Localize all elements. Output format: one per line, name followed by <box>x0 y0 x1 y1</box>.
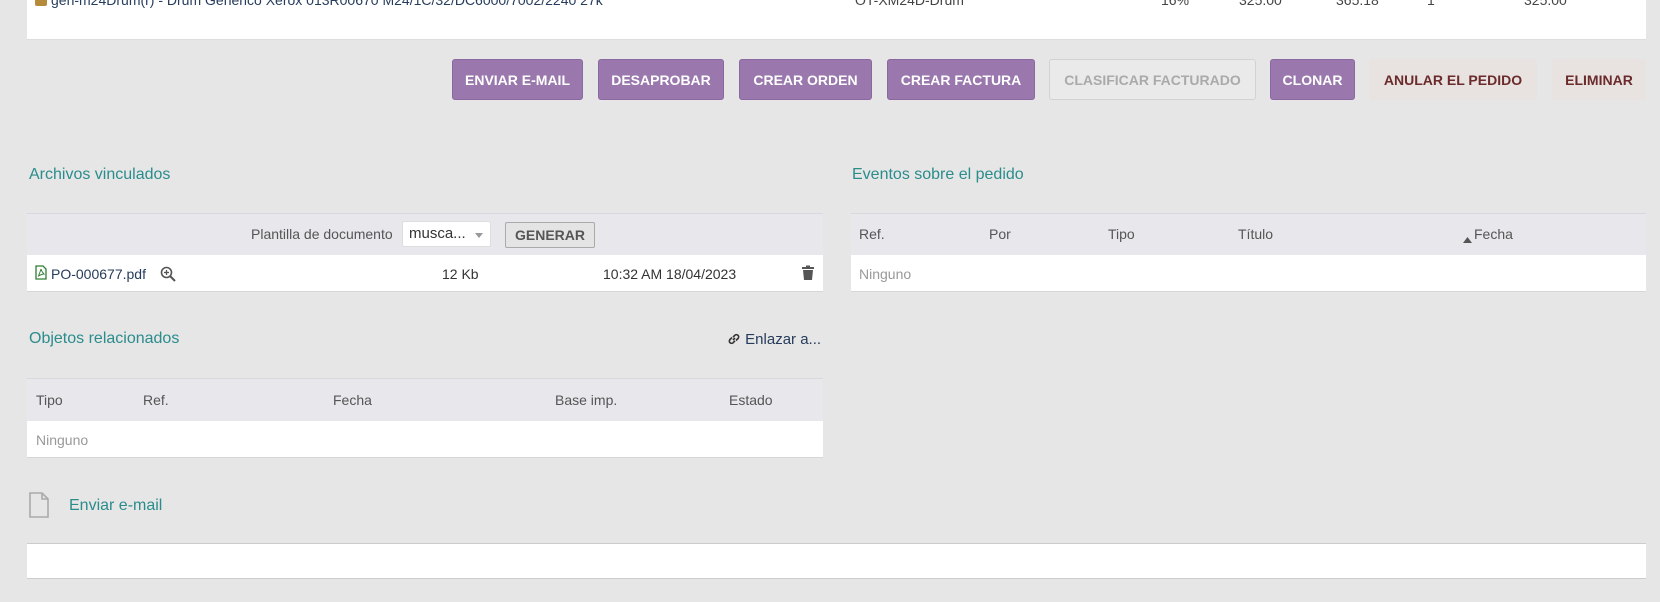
product-package-icon <box>35 0 47 6</box>
document-icon <box>29 492 49 521</box>
chevron-down-icon <box>475 233 483 238</box>
events-title: Eventos sobre el pedido <box>852 166 1024 183</box>
product-unit-price: 325.00 <box>1239 0 1282 8</box>
generate-button[interactable]: GENERAR <box>505 222 595 248</box>
product-ref: OT-XM24D-Drum <box>855 0 964 8</box>
related-col-ref: Ref. <box>143 392 169 408</box>
document-template-label: Plantilla de documento <box>251 226 393 242</box>
delete-button[interactable]: ELIMINAR <box>1552 59 1646 100</box>
link-to-button[interactable]: Enlazar a... <box>727 331 821 350</box>
cancel-order-button[interactable]: ANULAR EL PEDIDO <box>1369 59 1537 100</box>
file-size: 12 Kb <box>442 266 479 282</box>
create-order-button[interactable]: CREAR ORDEN <box>739 59 872 100</box>
events-col-type[interactable]: Tipo <box>1108 226 1135 242</box>
related-col-date: Fecha <box>333 392 372 408</box>
pdf-file-icon <box>35 265 47 283</box>
product-qty: 1 <box>1427 0 1435 8</box>
events-col-by[interactable]: Por <box>989 226 1011 242</box>
product-line-row: gen-m24Drum(r) - Drum Generico Xerox 013… <box>27 0 1646 40</box>
related-empty-row <box>27 421 823 458</box>
create-invoice-button[interactable]: CREAR FACTURA <box>887 59 1035 100</box>
email-form-area <box>27 543 1646 579</box>
events-col-title[interactable]: Título <box>1238 226 1273 242</box>
document-template-select[interactable]: musca... <box>402 221 491 247</box>
related-col-status: Estado <box>729 392 773 408</box>
link-to-label: Enlazar a... <box>745 331 822 348</box>
related-objects-title: Objetos relacionados <box>29 330 180 347</box>
product-link[interactable]: gen-m24Drum(r) - Drum Generico Xerox 013… <box>35 0 603 8</box>
clone-button[interactable]: CLONAR <box>1270 59 1355 100</box>
send-email-title[interactable]: Enviar e-mail <box>69 497 162 515</box>
zoom-icon[interactable] <box>160 266 176 285</box>
sort-up-icon <box>1463 230 1472 246</box>
file-link[interactable]: PO-000677.pdf <box>51 266 146 282</box>
link-icon <box>727 332 741 350</box>
events-empty-row <box>851 255 1646 292</box>
document-template-value: musca... <box>409 225 466 242</box>
classify-billed-button: CLASIFICAR FACTURADO <box>1049 59 1256 100</box>
related-col-type: Tipo <box>36 392 63 408</box>
trash-icon[interactable] <box>801 265 815 284</box>
send-email-button[interactable]: ENVIAR E-MAIL <box>452 59 583 100</box>
events-col-date[interactable]: Fecha <box>1474 226 1513 242</box>
product-vat: 16% <box>1161 0 1190 8</box>
events-empty-text: Ninguno <box>859 266 912 282</box>
events-col-ref[interactable]: Ref. <box>859 226 885 242</box>
related-col-base: Base imp. <box>555 392 618 408</box>
linked-files-title: Archivos vinculados <box>29 166 171 183</box>
file-date: 10:32 AM 18/04/2023 <box>603 266 737 282</box>
disapprove-button[interactable]: DESAPROBAR <box>598 59 724 100</box>
related-empty-text: Ninguno <box>36 432 89 448</box>
product-unit-price-tax: 365.18 <box>1336 0 1379 8</box>
product-total: 325.00 <box>1524 0 1567 8</box>
